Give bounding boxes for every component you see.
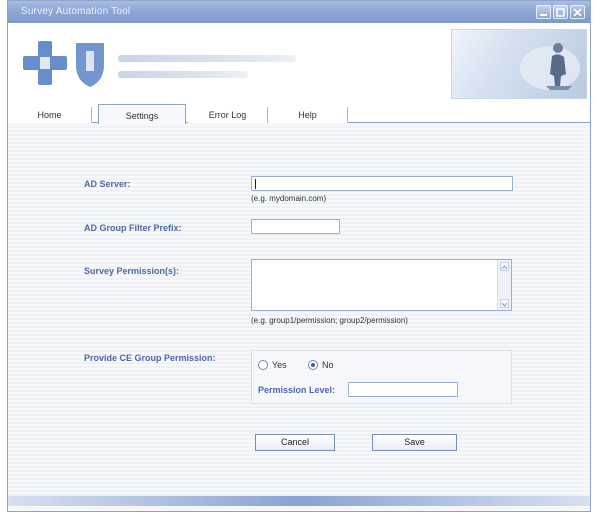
app-window: Survey Automation Tool Home Error Log He… [7, 0, 591, 512]
radio-yes[interactable] [258, 360, 268, 370]
survey-permissions-textarea[interactable] [251, 259, 512, 311]
cross-shield-logo-icon [23, 41, 104, 87]
tab-help[interactable]: Help [268, 107, 348, 123]
radio-no-label: No [322, 360, 334, 370]
minimize-button[interactable] [536, 5, 551, 19]
header-banner-image [451, 29, 587, 99]
cancel-button[interactable]: Cancel [255, 434, 335, 451]
text-cursor [255, 179, 256, 189]
maximize-icon [556, 8, 565, 17]
ce-group-permission-label: Provide CE Group Permission: [84, 353, 216, 363]
textarea-scrollbar[interactable] [497, 260, 511, 310]
permission-level-input[interactable] [348, 382, 458, 397]
settings-panel: AD Server: (e.g. mydomain.com) AD Group … [8, 124, 590, 496]
survey-permissions-label: Survey Permission(s): [84, 266, 180, 276]
close-icon [573, 8, 582, 17]
status-bar [8, 496, 590, 506]
tab-bar: Home Error Log Help Settings [8, 104, 590, 124]
tab-settings[interactable]: Settings [98, 104, 186, 124]
company-logo [18, 35, 296, 95]
ad-server-hint: (e.g. mydomain.com) [251, 194, 327, 203]
ce-group-permission-box: Yes No Permission Level: [251, 350, 512, 404]
tab-home[interactable]: Home [8, 107, 92, 123]
radio-no[interactable] [308, 360, 318, 370]
scroll-down-arrow-icon[interactable] [500, 299, 509, 308]
ad-group-prefix-input[interactable] [251, 219, 340, 234]
window-title: Survey Automation Tool [21, 6, 131, 17]
ad-group-prefix-label: AD Group Filter Prefix: [84, 223, 182, 233]
tab-error-log[interactable]: Error Log [188, 107, 268, 123]
ad-server-input[interactable] [251, 176, 513, 191]
ad-server-label: AD Server: [84, 179, 131, 189]
title-bar[interactable]: Survey Automation Tool [8, 1, 590, 23]
radio-selected-dot [311, 363, 315, 367]
radio-yes-label: Yes [272, 360, 287, 370]
close-button[interactable] [570, 5, 585, 19]
minimize-icon [540, 14, 547, 16]
permission-level-label: Permission Level: [258, 385, 336, 395]
scroll-up-arrow-icon[interactable] [500, 262, 509, 271]
save-button[interactable]: Save [372, 434, 457, 451]
app-header [8, 23, 590, 105]
figure-silhouette-icon [520, 43, 580, 90]
logo-wordmark [118, 55, 308, 87]
maximize-button[interactable] [553, 5, 568, 19]
survey-permissions-hint: (e.g. group1/permission; group2/permissi… [251, 316, 408, 325]
